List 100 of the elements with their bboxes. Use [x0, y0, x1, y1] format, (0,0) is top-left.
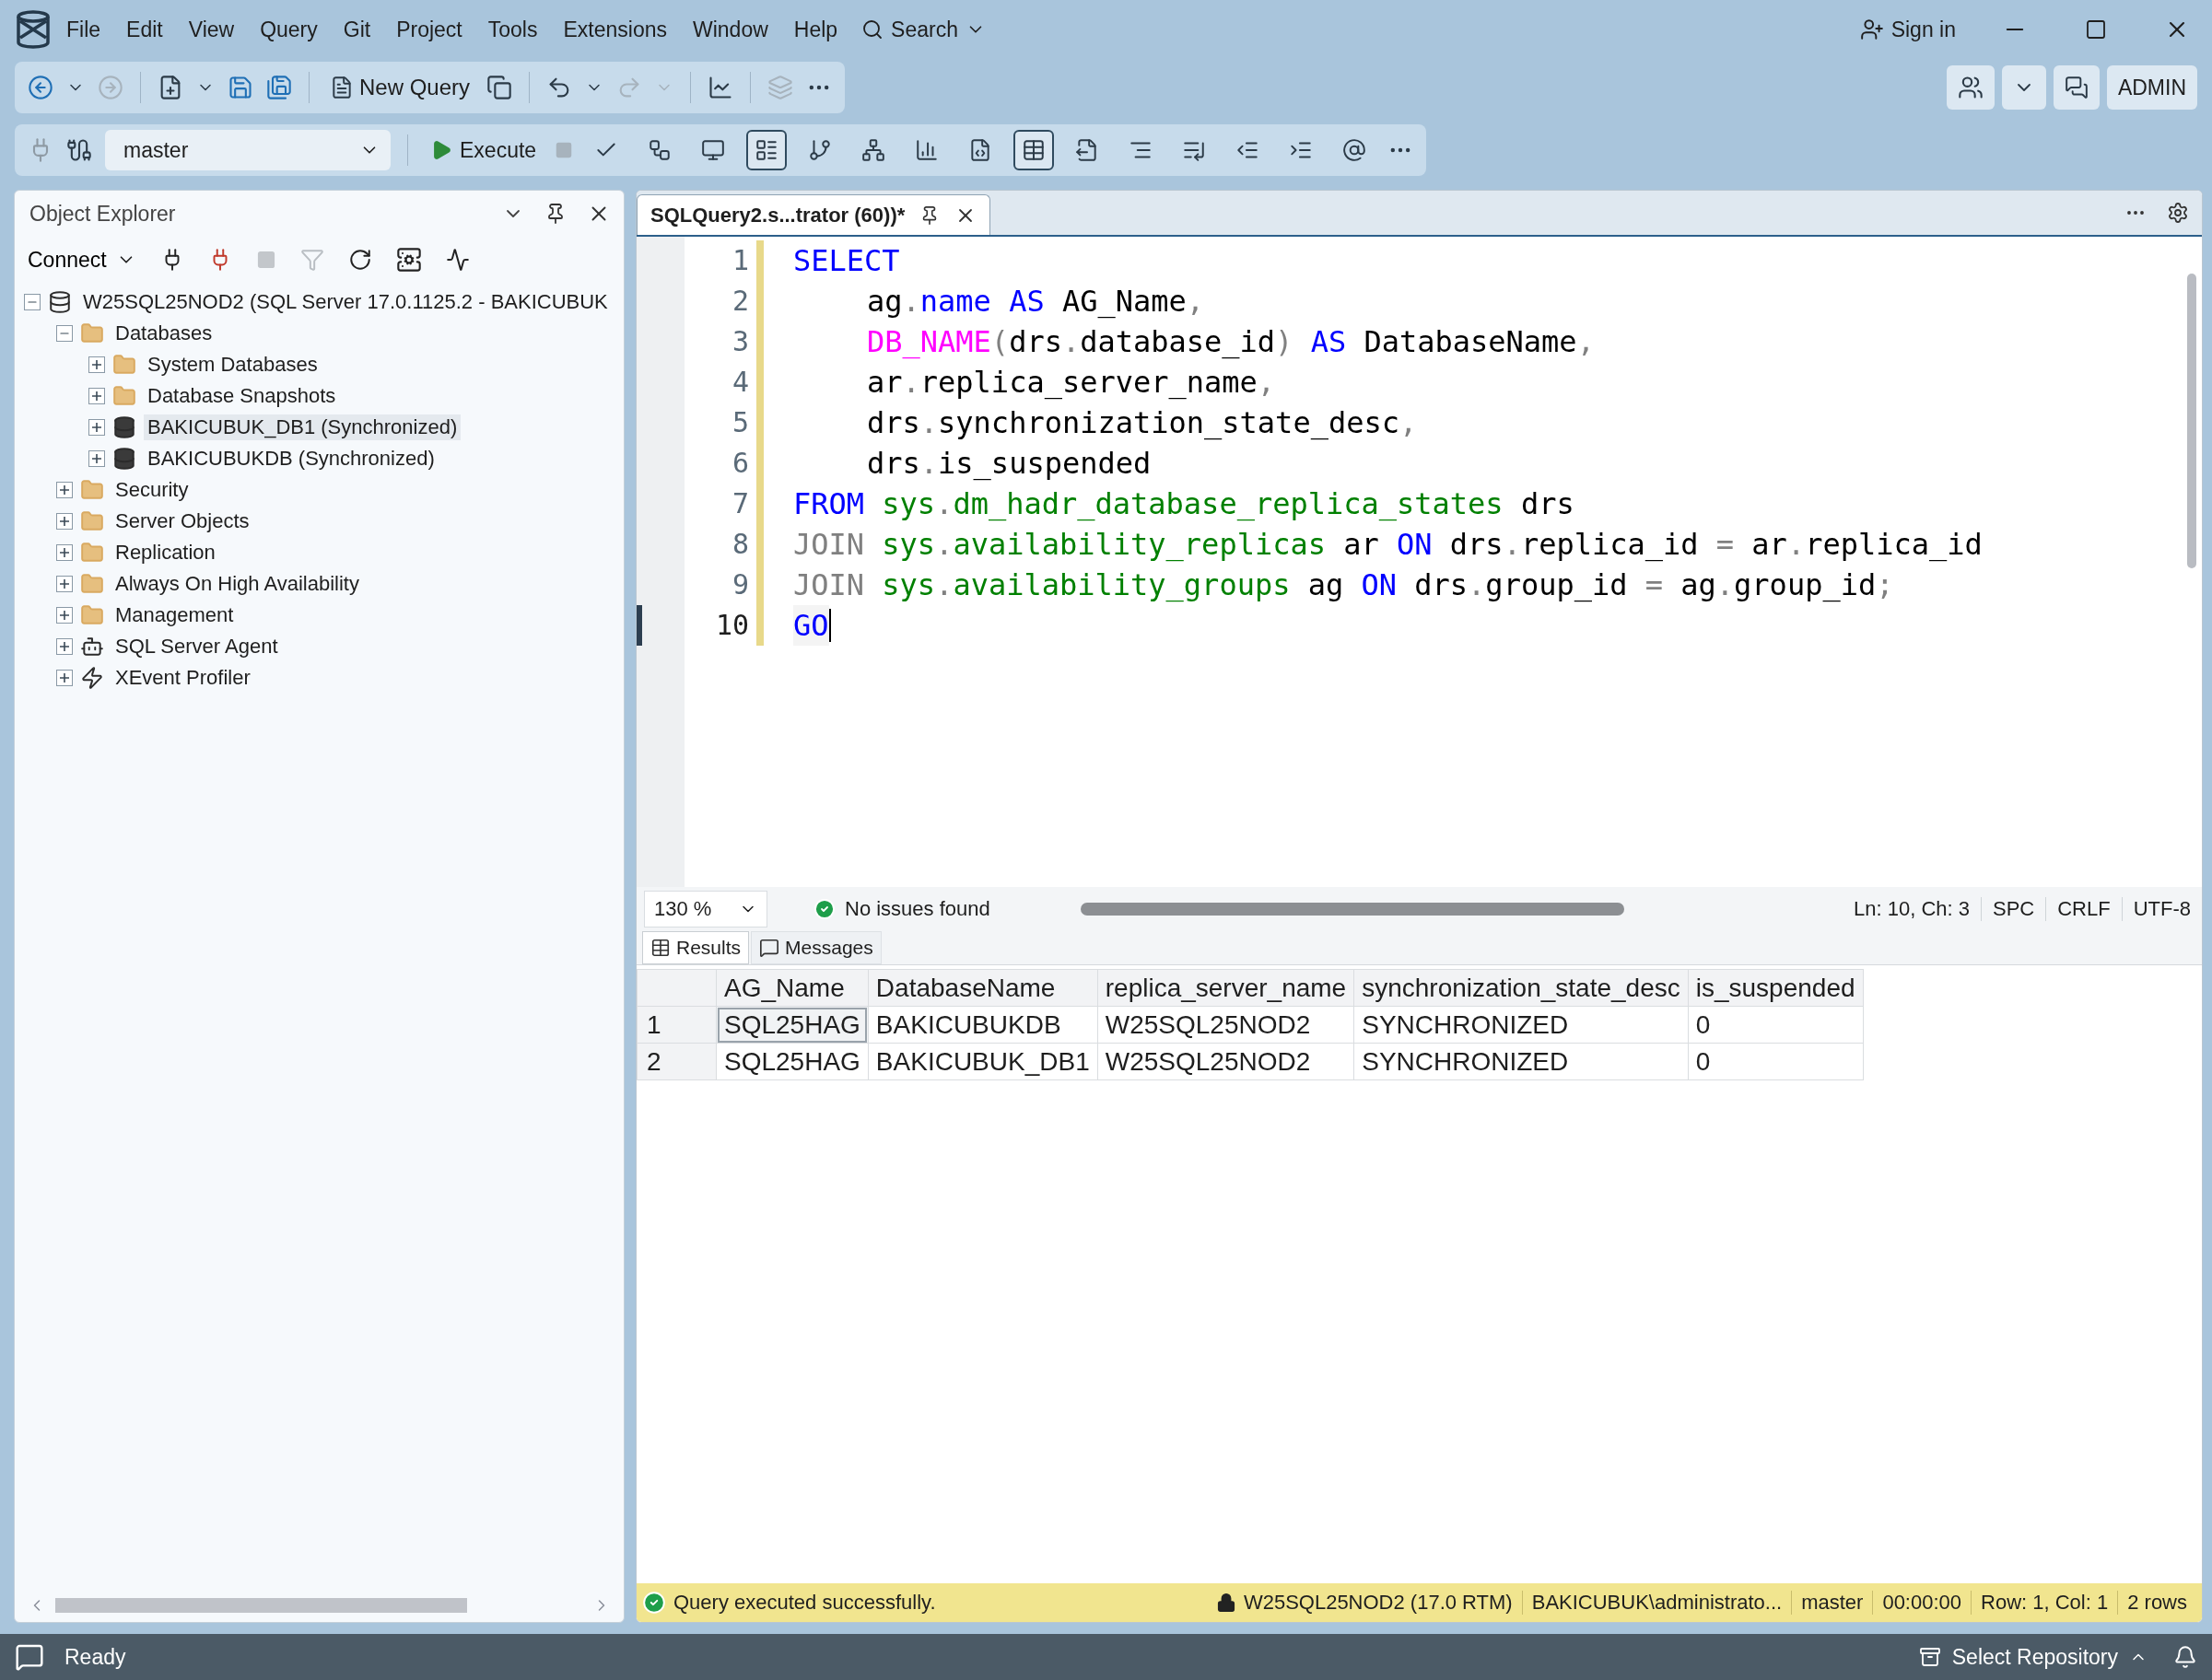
user-add-icon[interactable]: [1859, 18, 1884, 41]
menu-item[interactable]: Project: [385, 11, 474, 48]
bell-icon[interactable]: [2173, 1645, 2197, 1669]
table-cell[interactable]: SQL25HAG: [716, 1006, 869, 1044]
tree-node-label[interactable]: Replication: [111, 540, 219, 566]
back-icon[interactable]: [28, 75, 53, 100]
column-header[interactable]: is_suspended: [1688, 969, 1864, 1007]
table-cell[interactable]: SYNCHRONIZED: [1353, 1006, 1689, 1044]
menu-item[interactable]: View: [177, 11, 246, 48]
account-button[interactable]: ADMIN: [2106, 65, 2197, 110]
people-icon[interactable]: [1957, 75, 1984, 100]
connect-button[interactable]: Connect: [28, 247, 136, 273]
maximize-icon[interactable]: [2085, 18, 2107, 41]
tree-node-label[interactable]: XEvent Profiler: [111, 665, 254, 691]
menu-item[interactable]: Window: [682, 11, 779, 48]
tree-node-label[interactable]: Database Snapshots: [144, 383, 340, 409]
menu-item[interactable]: Extensions: [552, 11, 678, 48]
tree-node-label[interactable]: W25SQL25NOD2 (SQL Server 17.0.1125.2 - BAKICUBUK: [79, 289, 612, 315]
tree-node-label[interactable]: Server Objects: [111, 508, 253, 534]
line-endings[interactable]: CRLF: [2045, 897, 2122, 921]
save-icon[interactable]: [228, 75, 253, 100]
network-icon[interactable]: [861, 138, 886, 162]
menu-item[interactable]: Tools: [476, 11, 549, 48]
chat-icon[interactable]: [2064, 76, 2089, 99]
search-button[interactable]: Search: [852, 11, 995, 48]
column-header[interactable]: replica_server_name: [1097, 969, 1354, 1007]
results-tab[interactable]: Results: [642, 931, 750, 964]
cursor-status: Row: 1, Col: 1: [1971, 1591, 2118, 1615]
refresh-icon[interactable]: [347, 248, 372, 272]
grid-toggle[interactable]: [1013, 130, 1055, 170]
line-number: 6: [731, 446, 750, 481]
menu-item[interactable]: File: [55, 11, 112, 48]
tree-node-label[interactable]: BAKICUBUK_DB1 (Synchronized): [144, 414, 462, 440]
new-query-button[interactable]: New Query: [326, 71, 474, 104]
column-header[interactable]: DatabaseName: [868, 969, 1098, 1007]
folder-icon: [80, 478, 104, 502]
grid-icon[interactable]: [650, 938, 671, 958]
message-icon[interactable]: [759, 938, 780, 958]
table-cell[interactable]: SQL25HAG: [716, 1043, 869, 1080]
connection-icon[interactable]: [66, 137, 92, 163]
menu-item[interactable]: Edit: [115, 11, 174, 48]
diagram-icon[interactable]: [648, 138, 673, 162]
document-tab[interactable]: SQLQuery2.s...trator (60))*: [637, 194, 991, 235]
indent-mode[interactable]: SPC: [1980, 897, 2046, 921]
sign-in-button[interactable]: Sign in: [1854, 16, 1961, 43]
window-icon[interactable]: [701, 138, 726, 162]
scrollbar-thumb[interactable]: [1080, 903, 1624, 916]
table-cell[interactable]: 0: [1688, 1043, 1864, 1080]
search-icon[interactable]: [861, 18, 884, 41]
form-icon[interactable]: [755, 138, 779, 162]
archive-icon[interactable]: [1918, 1646, 1941, 1668]
branch-icon[interactable]: [808, 138, 833, 162]
tree-node-label[interactable]: BAKICUBUKDB (Synchronized): [144, 446, 439, 472]
chart-icon[interactable]: [708, 75, 734, 100]
database-select[interactable]: master: [105, 130, 391, 170]
table-cell[interactable]: W25SQL25NOD2: [1097, 1006, 1354, 1044]
row-number[interactable]: 2: [637, 1043, 717, 1080]
document-icon[interactable]: [486, 75, 513, 100]
menu-item[interactable]: Git: [332, 11, 382, 48]
at-sign-icon[interactable]: [1342, 138, 1367, 162]
grid-icon[interactable]: [1022, 138, 1047, 162]
tree-node-label[interactable]: SQL Server Agent: [111, 634, 282, 659]
settings-icon[interactable]: [2167, 202, 2189, 224]
activity-icon[interactable]: [445, 248, 470, 272]
table-cell[interactable]: W25SQL25NOD2: [1097, 1043, 1354, 1080]
form-toggle[interactable]: [746, 130, 788, 170]
results-tab[interactable]: Messages: [751, 931, 882, 964]
column-header[interactable]: AG_Name: [716, 969, 869, 1007]
scrollbar-thumb[interactable]: [55, 1598, 467, 1613]
database-icon: [112, 415, 136, 439]
code-line: drs.is_suspended: [866, 445, 1152, 483]
scrollbar-thumb[interactable]: [2187, 274, 2196, 568]
tree-node-label[interactable]: Always On High Availability: [111, 571, 363, 597]
menu-item[interactable]: Query: [249, 11, 329, 48]
tree-node-label[interactable]: Databases: [111, 321, 217, 346]
menu-item[interactable]: Help: [782, 11, 849, 48]
table-cell[interactable]: BAKICUBUK_DB1: [868, 1043, 1098, 1080]
tree-node-label[interactable]: Security: [111, 477, 193, 503]
tree-node-label[interactable]: Management: [111, 602, 238, 628]
row-number[interactable]: 1: [637, 1006, 717, 1044]
feedback-button[interactable]: [2053, 65, 2100, 110]
chart-icon[interactable]: [915, 138, 940, 162]
encoding[interactable]: UTF-8: [2121, 897, 2202, 921]
table-cell[interactable]: 0: [1688, 1006, 1864, 1044]
select-repository-button[interactable]: Select Repository: [1913, 1643, 2153, 1671]
cursor-position: Ln: 10, Ch: 3: [1853, 897, 1971, 921]
column-header[interactable]: synchronization_state_desc: [1353, 969, 1689, 1007]
table-cell[interactable]: SYNCHRONIZED: [1353, 1043, 1689, 1080]
agent-icon: [80, 635, 104, 659]
zoom-select[interactable]: 130 %: [644, 891, 767, 928]
save-all-icon[interactable]: [266, 75, 292, 100]
table-cell[interactable]: BAKICUBUKDB: [868, 1006, 1098, 1044]
copilot-button[interactable]: [1946, 65, 1995, 110]
tab-title[interactable]: SQLQuery2.s...trator (60))*: [650, 203, 906, 228]
check-circle-icon: [642, 1591, 666, 1615]
document-icon[interactable]: [330, 76, 354, 99]
tree-node-label[interactable]: System Databases: [144, 352, 322, 378]
query-status-message: Query executed successfully.: [642, 1591, 1207, 1615]
execute-button[interactable]: Execute: [425, 136, 543, 164]
issues-status[interactable]: No issues found: [813, 897, 990, 921]
